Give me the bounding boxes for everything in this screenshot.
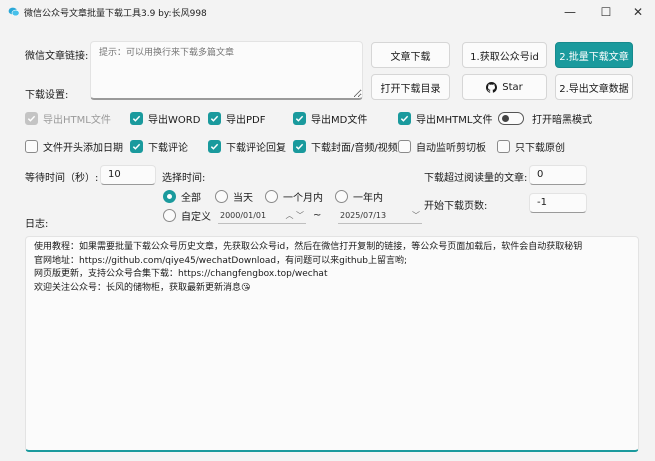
export-word-checkbox[interactable]: 导出WORD	[130, 110, 200, 126]
spin-up-down-icon[interactable]: ︿ ﹀	[285, 210, 304, 221]
minimize-button[interactable]: —	[553, 0, 587, 24]
download-settings-label: 下载设置:	[25, 90, 69, 101]
date-to-picker[interactable]: 2025/07/13 ﹀	[338, 208, 422, 224]
clipboard-watch-checkbox[interactable]: 自动监听剪切板	[398, 138, 486, 154]
date-range-separator: ~	[313, 210, 322, 221]
close-button[interactable]: ✕	[621, 0, 655, 24]
star-button[interactable]: Star	[462, 74, 547, 100]
date-from-picker[interactable]: 2000/01/01 ︿ ﹀	[218, 208, 306, 224]
checkmark-icon	[293, 111, 306, 125]
github-icon	[486, 81, 498, 93]
log-line: 使用教程：如果需要批量下载公众号历史文章，先获取公众号id，然后在微信打开复制的…	[34, 242, 583, 252]
original-only-checkbox[interactable]: 只下载原创	[497, 138, 565, 154]
radio-empty-icon	[335, 190, 348, 203]
time-month-radio[interactable]: 一个月内	[265, 189, 323, 204]
export-html-checkbox: 导出HTML文件	[25, 110, 111, 126]
export-mhtml-checkbox[interactable]: 导出MHTML文件	[398, 110, 492, 126]
article-download-button[interactable]: 文章下载	[371, 42, 450, 68]
log-textarea[interactable]: 使用教程：如果需要批量下载公众号历史文章，先获取公众号id，然后在微信打开复制的…	[25, 236, 639, 452]
read-threshold-input[interactable]: 0	[529, 165, 587, 185]
open-dir-button[interactable]: 打开下载目录	[371, 74, 450, 100]
checkmark-icon	[398, 111, 411, 125]
log-label: 日志:	[25, 219, 49, 230]
dark-mode-toggle[interactable]: 打开暗黑模式	[498, 110, 592, 126]
window-title: 微信公众号文章批量下载工具3.9 by:长风998	[24, 9, 207, 19]
checkbox-empty-icon	[497, 139, 510, 153]
wechat-logo-icon	[8, 7, 20, 17]
toggle-switch-icon	[498, 111, 524, 125]
date-prefix-checkbox[interactable]: 文件开头添加日期	[25, 138, 123, 154]
batch-download-button[interactable]: 2.批量下载文章	[555, 42, 633, 68]
checkmark-icon	[25, 111, 38, 125]
checkmark-icon	[293, 139, 306, 153]
log-line: 官网地址：https://github.com/qiye45/wechatDow…	[34, 255, 408, 266]
log-line: 欢迎关注公众号：长风的储物柜，获取最新更新消息😘	[34, 282, 251, 293]
checkmark-icon	[130, 111, 143, 125]
url-input[interactable]	[90, 41, 363, 100]
checkbox-empty-icon	[398, 139, 411, 153]
maximize-button[interactable]: ☐	[589, 0, 623, 24]
time-today-radio[interactable]: 当天	[215, 189, 253, 204]
checkmark-icon	[208, 139, 221, 153]
get-account-id-button[interactable]: 1.获取公众号id	[462, 42, 547, 68]
time-custom-radio[interactable]: 自定义	[163, 208, 211, 223]
download-media-checkbox[interactable]: 下载封面/音频/视频	[293, 138, 398, 154]
radio-selected-icon	[163, 190, 176, 203]
checkmark-icon	[130, 139, 143, 153]
read-threshold-label: 下载超过阅读量的文章:	[424, 173, 528, 184]
checkbox-empty-icon	[25, 139, 38, 153]
wait-time-label: 等待时间（秒）:	[25, 173, 99, 184]
minimize-icon: —	[564, 5, 576, 19]
close-icon: ✕	[632, 5, 644, 19]
select-time-label: 选择时间:	[162, 173, 206, 184]
radio-empty-icon	[163, 209, 176, 222]
radio-empty-icon	[265, 190, 278, 203]
download-comments-checkbox[interactable]: 下载评论	[130, 138, 188, 154]
wait-time-input[interactable]: 10	[100, 165, 156, 185]
maximize-icon: ☐	[600, 5, 612, 19]
export-pdf-checkbox[interactable]: 导出PDF	[208, 110, 265, 126]
time-all-radio[interactable]: 全部	[163, 189, 201, 204]
comment-replies-checkbox[interactable]: 下载评论回复	[208, 138, 286, 154]
start-page-input[interactable]: -1	[529, 193, 587, 213]
url-label: 微信文章链接:	[25, 51, 89, 62]
radio-empty-icon	[215, 190, 228, 203]
log-line: 网页版更新，支持公众号合集下载：https://changfengbox.top…	[34, 269, 328, 279]
export-data-button[interactable]: 2.导出文章数据	[555, 74, 633, 100]
time-year-radio[interactable]: 一年内	[335, 189, 383, 204]
export-md-checkbox[interactable]: 导出MD文件	[293, 110, 367, 126]
checkmark-icon	[208, 111, 221, 125]
start-page-label: 开始下载页数:	[424, 201, 488, 212]
chevron-down-icon[interactable]: ﹀	[412, 210, 420, 221]
